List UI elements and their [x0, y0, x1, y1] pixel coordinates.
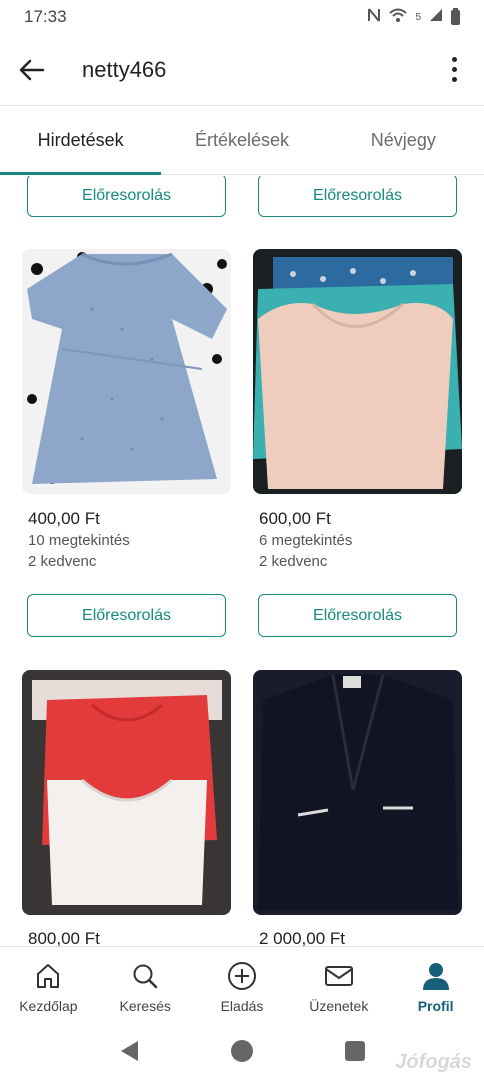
- tab-hirdetesek[interactable]: Hirdetések: [0, 107, 162, 175]
- tab-nevjegy[interactable]: Névjegy: [323, 107, 484, 174]
- promote-button[interactable]: Előresorolás: [27, 594, 226, 637]
- listing-image[interactable]: [253, 249, 462, 494]
- nav-profile[interactable]: Profil: [387, 947, 484, 1026]
- listing-price: 400,00 Ft: [28, 509, 100, 528]
- more-options-button[interactable]: [430, 40, 478, 100]
- battery-icon: [451, 7, 460, 25]
- listing-image[interactable]: [22, 670, 231, 915]
- listing-image[interactable]: [22, 249, 231, 494]
- home-icon: [32, 960, 64, 992]
- tab-ertekelesek[interactable]: Értékelések: [161, 107, 322, 174]
- back-button[interactable]: [2, 40, 62, 100]
- nav-label: Profil: [417, 997, 454, 1014]
- system-back-icon[interactable]: [118, 1039, 140, 1068]
- status-bar: 17:33 5: [0, 0, 484, 34]
- listing-grid: Előresorolás Előresorolás 400,00 Ft 10 m…: [0, 176, 484, 946]
- listing-price: 2 000,00 Ft: [259, 929, 346, 946]
- system-home-icon[interactable]: [230, 1039, 254, 1068]
- watermark-logo: Jófogás: [395, 1051, 472, 1073]
- nav-home[interactable]: Kezdőlap: [0, 947, 97, 1026]
- mail-icon: [323, 960, 355, 992]
- more-dot: [451, 67, 457, 72]
- listing-price: 800,00 Ft: [28, 929, 100, 946]
- listing-favorites: 2 kedvenc: [28, 553, 97, 570]
- bottom-nav: Kezdőlap Keresés Eladás Üzenetek Profil: [0, 946, 484, 1026]
- nav-label: Üzenetek: [309, 997, 369, 1014]
- nav-sell[interactable]: Eladás: [194, 947, 291, 1026]
- listing-favorites: 2 kedvenc: [259, 553, 328, 570]
- app-bar: netty466: [0, 34, 484, 106]
- profile-icon: [420, 960, 452, 992]
- wifi-icon: [389, 8, 408, 27]
- more-dot: [451, 77, 457, 82]
- search-icon: [129, 960, 161, 992]
- nav-label: Keresés: [119, 997, 171, 1014]
- network-type: 5: [415, 11, 421, 23]
- system-recents-icon[interactable]: [344, 1040, 366, 1067]
- promote-button[interactable]: Előresorolás: [258, 594, 457, 637]
- status-icons: 5: [367, 7, 460, 27]
- listing-price: 600,00 Ft: [259, 509, 331, 528]
- page-title: netty466: [82, 56, 167, 82]
- nav-label: Kezdőlap: [19, 997, 78, 1014]
- promote-button[interactable]: Előresorolás: [27, 176, 226, 217]
- nfc-icon: [367, 7, 381, 27]
- listing-views: 6 megtekintés: [259, 532, 353, 549]
- tab-bar: Hirdetések Értékelések Névjegy: [0, 107, 484, 175]
- listing-views: 10 megtekintés: [28, 532, 130, 549]
- nav-label: Eladás: [220, 997, 264, 1014]
- nav-messages[interactable]: Üzenetek: [290, 947, 387, 1026]
- add-circle-icon: [226, 960, 258, 992]
- status-time: 17:33: [24, 7, 67, 26]
- promote-button[interactable]: Előresorolás: [258, 176, 457, 217]
- more-dot: [451, 57, 457, 62]
- signal-icon: [429, 8, 443, 26]
- back-arrow-icon: [19, 59, 45, 80]
- listing-image[interactable]: [253, 670, 462, 915]
- nav-search[interactable]: Keresés: [97, 947, 194, 1026]
